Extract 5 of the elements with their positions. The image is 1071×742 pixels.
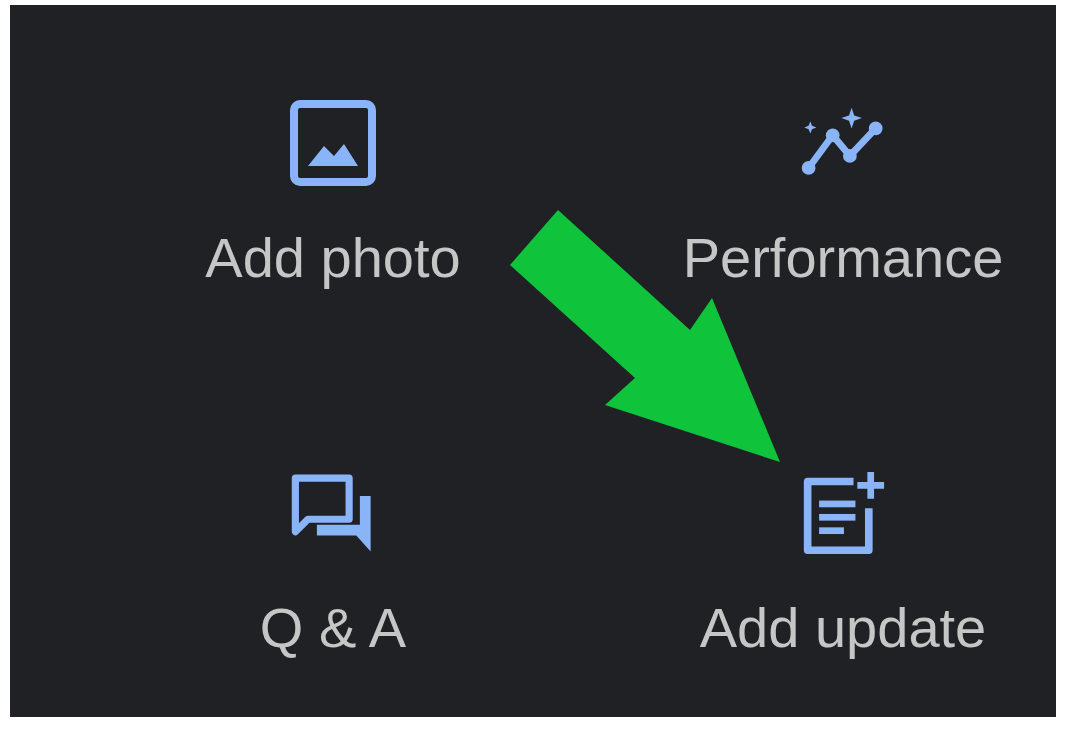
action-label[interactable]: Performance [682,226,1004,290]
action-label[interactable]: Add update [699,596,987,660]
image-icon[interactable] [290,100,376,186]
action-label[interactable]: Q & A [259,596,407,660]
action-label[interactable]: Add photo [205,226,461,290]
